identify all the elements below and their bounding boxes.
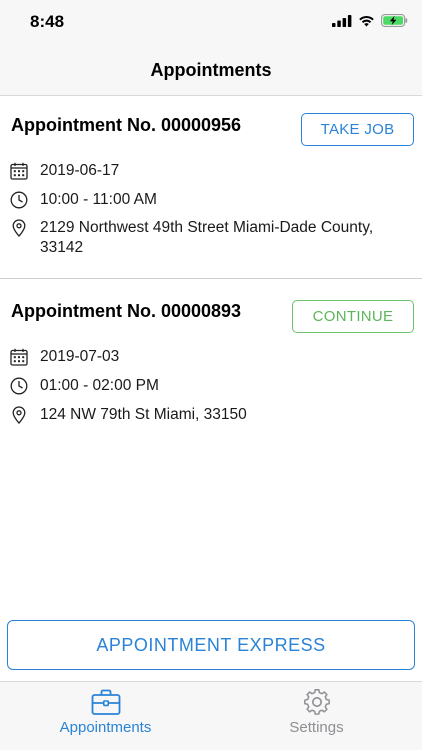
- appointment-address-row: 2129 Northwest 49th Street Miami-Dade Co…: [10, 218, 410, 258]
- page-title: Appointments: [150, 60, 272, 80]
- tab-bar: Appointments Settings: [0, 681, 422, 750]
- appointment-express-button[interactable]: APPOINTMENT EXPRESS: [7, 620, 415, 670]
- appointment-date: 2019-07-03: [40, 348, 120, 365]
- appointment-time: 01:00 - 02:00 PM: [40, 377, 159, 394]
- status-icons: [332, 14, 408, 27]
- tab-label: Appointments: [59, 719, 152, 736]
- appointment-date: 2019-06-17: [40, 162, 120, 179]
- appointment-address-row: 124 NW 79th St Miami, 33150: [10, 405, 410, 425]
- gear-icon: [303, 689, 330, 715]
- appointment-card: Appointment No. 00000893 CONTINUE 2019-0…: [0, 280, 422, 440]
- clock-icon: [10, 377, 28, 395]
- appointment-number: Appointment No. 00000956: [11, 115, 242, 135]
- briefcase-icon: [91, 689, 120, 715]
- tab-settings[interactable]: Settings: [211, 682, 422, 750]
- status-time: 8:48: [30, 12, 65, 31]
- appointment-date-row: 2019-06-17: [10, 161, 410, 181]
- location-pin-icon: [12, 219, 26, 237]
- calendar-icon: [10, 348, 28, 366]
- appointment-time-row: 10:00 - 11:00 AM: [10, 190, 410, 210]
- wifi-icon: [359, 15, 374, 26]
- clock-icon: [10, 191, 28, 209]
- calendar-icon: [10, 162, 28, 180]
- appointment-number: Appointment No. 00000893: [11, 301, 242, 321]
- signal-icon: [332, 14, 352, 27]
- appointment-time-row: 01:00 - 02:00 PM: [10, 376, 410, 396]
- status-bar: 8:48: [0, 0, 422, 44]
- tab-label: Settings: [289, 719, 344, 736]
- appointment-date-row: 2019-07-03: [10, 347, 410, 367]
- nav-bar: Appointments: [0, 44, 422, 96]
- appointment-card: Appointment No. 00000956 TAKE JOB 2019-0…: [0, 96, 422, 279]
- appointment-address: 124 NW 79th St Miami, 33150: [40, 406, 247, 423]
- take-job-button[interactable]: TAKE JOB: [301, 113, 414, 146]
- continue-button[interactable]: CONTINUE: [292, 300, 414, 333]
- battery-charging-icon: [381, 14, 408, 27]
- appointment-time: 10:00 - 11:00 AM: [40, 191, 157, 208]
- tab-appointments[interactable]: Appointments: [0, 682, 211, 750]
- location-pin-icon: [12, 406, 26, 424]
- appointment-address: 2129 Northwest 49th Street Miami-Dade Co…: [40, 219, 374, 256]
